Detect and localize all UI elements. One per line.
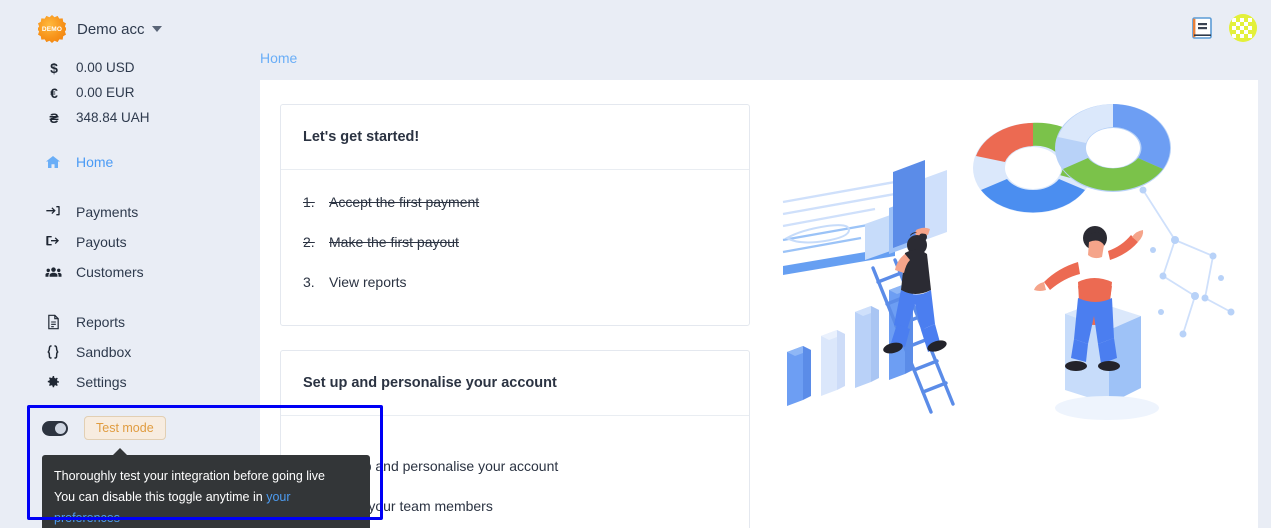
content-panel: Let's get started! 1. Accept the first p… bbox=[260, 80, 1258, 528]
onboarding-checklist: 1. Accept the first payment 2. Make the … bbox=[281, 194, 749, 314]
sidebar-nav: Home Payments Payouts Customers Reports … bbox=[0, 147, 248, 397]
sidebar-item-sandbox[interactable]: Sandbox bbox=[0, 337, 248, 367]
balance-row: $ 0.00 USD bbox=[0, 55, 248, 80]
tooltip-line-1: Thoroughly test your integration before … bbox=[54, 469, 325, 483]
test-mode-control: Test mode bbox=[0, 410, 248, 446]
card-title: Let's get started! bbox=[281, 105, 749, 170]
sidebar-item-customers[interactable]: Customers bbox=[0, 257, 248, 287]
user-avatar-identicon[interactable] bbox=[1229, 14, 1257, 42]
app-root: DEMO Demo acc $ 0.00 USD € 0.00 EUR ₴ 34… bbox=[0, 0, 1271, 528]
currency-symbol-usd: $ bbox=[50, 59, 58, 76]
book-icon[interactable] bbox=[1191, 16, 1213, 40]
customers-icon bbox=[40, 264, 66, 281]
sidebar-item-label: Payments bbox=[76, 204, 139, 220]
home-icon bbox=[40, 154, 66, 170]
list-item-label: View reports bbox=[329, 274, 407, 290]
balance-amount-eur: 0.00 EUR bbox=[76, 85, 135, 100]
sidebar-item-payments[interactable]: Payments bbox=[0, 197, 248, 227]
sidebar-item-label: Reports bbox=[76, 314, 126, 330]
account-name: Demo acc bbox=[77, 20, 145, 38]
nav-divider-gap bbox=[0, 177, 248, 197]
sidebar-item-label: Settings bbox=[76, 374, 127, 390]
dashboard-illustration bbox=[765, 90, 1245, 445]
card-body: 1. Accept the first payment 2. Make the … bbox=[281, 170, 749, 314]
card-title: Set up and personalise your account bbox=[281, 351, 749, 416]
tabbar: Home bbox=[248, 0, 1271, 83]
list-item-label: Accept the first payment bbox=[329, 194, 480, 210]
chevron-down-icon[interactable] bbox=[151, 26, 162, 32]
list-item-number: 1. bbox=[303, 194, 315, 210]
test-mode-toggle[interactable] bbox=[42, 420, 68, 436]
demo-badge-label: DEMO bbox=[41, 25, 63, 33]
sidebar-item-payouts[interactable]: Payouts bbox=[0, 227, 248, 257]
balance-row: ₴ 348.84 UAH bbox=[0, 105, 248, 130]
sidebar-item-label: Payouts bbox=[76, 234, 127, 250]
sidebar-item-settings[interactable]: Settings bbox=[0, 367, 248, 397]
reports-icon bbox=[40, 314, 66, 330]
list-item-number: 3. bbox=[303, 274, 315, 290]
demo-badge-icon: DEMO bbox=[38, 15, 66, 43]
tab-home[interactable]: Home bbox=[260, 50, 297, 76]
account-switcher[interactable]: DEMO Demo acc bbox=[0, 0, 248, 44]
list-item-label: Make the first payout bbox=[329, 234, 459, 250]
balance-row: € 0.00 EUR bbox=[0, 80, 248, 105]
test-mode-tooltip: Thoroughly test your integration before … bbox=[42, 448, 370, 528]
test-mode-badge[interactable]: Test mode bbox=[84, 416, 166, 440]
card-lets-get-started: Let's get started! 1. Accept the first p… bbox=[280, 104, 750, 326]
tooltip-arrow bbox=[112, 448, 128, 456]
payouts-icon bbox=[40, 234, 66, 250]
settings-icon bbox=[40, 374, 66, 390]
main-area: Home Let's get started! 1. Accept the fi… bbox=[248, 0, 1271, 528]
topbar-actions bbox=[1191, 14, 1257, 42]
currency-symbol-uah: ₴ bbox=[49, 109, 59, 126]
toggle-knob bbox=[55, 422, 66, 434]
sidebar-item-label: Sandbox bbox=[76, 344, 132, 360]
balance-amount-uah: 348.84 UAH bbox=[76, 110, 150, 125]
sidebar-item-label: Customers bbox=[76, 264, 144, 280]
tooltip-line-2: You can disable this toggle anytime in y… bbox=[54, 487, 358, 528]
balances-list: $ 0.00 USD € 0.00 EUR ₴ 348.84 UAH bbox=[0, 55, 248, 130]
list-item[interactable]: 1. Accept the first payment bbox=[281, 194, 749, 234]
list-item[interactable]: 3. View reports bbox=[281, 274, 749, 314]
sandbox-icon bbox=[40, 344, 66, 360]
currency-symbol-eur: € bbox=[50, 84, 58, 101]
sidebar-item-reports[interactable]: Reports bbox=[0, 307, 248, 337]
tooltip-line-2-text: You can disable this toggle anytime in bbox=[54, 490, 267, 504]
list-item-number: 2. bbox=[303, 234, 315, 250]
sidebar-item-home[interactable]: Home bbox=[0, 147, 248, 177]
list-item[interactable]: 2. Make the first payout bbox=[281, 234, 749, 274]
sidebar-item-label: Home bbox=[76, 154, 114, 170]
balance-amount-usd: 0.00 USD bbox=[76, 60, 135, 75]
payments-icon bbox=[40, 204, 66, 220]
nav-divider-gap bbox=[0, 287, 248, 307]
